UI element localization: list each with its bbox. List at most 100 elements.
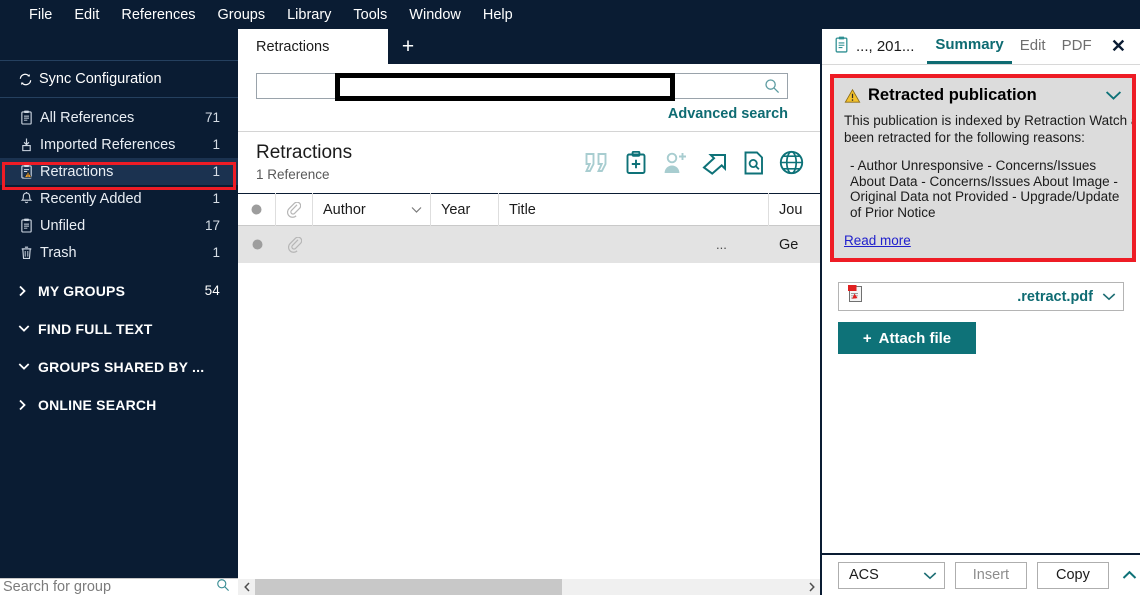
sidebar-group-label: ONLINE SEARCH: [38, 396, 157, 413]
import-icon: [18, 137, 35, 152]
menu-item-help[interactable]: Help: [472, 4, 524, 26]
sidebar-group-online-search[interactable]: ONLINE SEARCH: [0, 391, 238, 418]
search-icon[interactable]: [764, 78, 780, 94]
scroll-right-arrow-icon[interactable]: [803, 579, 820, 595]
online-search-globe-icon[interactable]: [779, 150, 804, 175]
group-search-input[interactable]: [3, 578, 216, 595]
scrollbar-thumb[interactable]: [255, 578, 562, 595]
horizontal-scrollbar[interactable]: [238, 578, 820, 595]
sidebar-group-groups-shared-by[interactable]: GROUPS SHARED BY ...: [0, 353, 238, 380]
add-person-icon[interactable]: [662, 151, 688, 175]
menu-item-references[interactable]: References: [110, 4, 206, 26]
new-tab-button[interactable]: +: [388, 29, 428, 64]
sidebar-item-all-references[interactable]: All References 71: [0, 104, 238, 131]
sidebar-item-sync-configuration[interactable]: Sync Configuration: [0, 61, 238, 97]
tab-edit[interactable]: Edit: [1012, 31, 1054, 62]
attach-file-button[interactable]: + Attach file: [838, 322, 976, 354]
row-read-status[interactable]: [238, 226, 276, 263]
menu-item-file[interactable]: File: [18, 4, 63, 26]
share-arrow-icon[interactable]: [702, 151, 729, 175]
column-headers: Author Year Title Jou: [238, 193, 820, 226]
sidebar-item-label: All References: [40, 109, 135, 126]
column-header-read-status[interactable]: [238, 193, 276, 226]
citation-style-value: ACS: [849, 567, 879, 583]
chevron-up-icon[interactable]: [1121, 562, 1138, 589]
sidebar-item-imported-references[interactable]: Imported References 1: [0, 131, 238, 158]
sidebar-item-count: 1: [212, 245, 220, 260]
menu-item-edit[interactable]: Edit: [63, 4, 110, 26]
alert-reasons-list: - Author Unresponsive - Concerns/Issues …: [850, 158, 1120, 220]
sidebar-library-list: All References 71 Imported References 1 …: [0, 98, 238, 418]
attach-file-label: Attach file: [878, 329, 952, 347]
row-author: [313, 226, 431, 263]
alert-title: Retracted publication: [868, 86, 1037, 104]
sidebar-group-find-full-text[interactable]: FIND FULL TEXT: [0, 315, 238, 342]
tab-summary[interactable]: Summary: [927, 30, 1012, 64]
detail-panel-footer: ACS Insert Copy: [822, 553, 1140, 595]
chevron-down-icon[interactable]: [1105, 90, 1122, 101]
menu-item-window[interactable]: Window: [398, 4, 472, 26]
scrollbar-track[interactable]: [255, 578, 803, 595]
column-header-attachment[interactable]: [276, 193, 313, 226]
menu-item-library[interactable]: Library: [276, 4, 342, 26]
sidebar-item-count: 1: [212, 164, 220, 179]
column-header-label: Author: [323, 201, 366, 218]
column-header-journal[interactable]: Jou: [769, 193, 820, 226]
column-header-author[interactable]: Author: [313, 193, 431, 226]
center-panel: Retractions + Advanced search Retraction…: [238, 29, 820, 595]
read-more-link[interactable]: Read more: [844, 233, 911, 248]
sidebar-group-my-groups[interactable]: MY GROUPS 54: [0, 277, 238, 304]
copy-button[interactable]: Copy: [1036, 561, 1109, 589]
sidebar-item-recently-added[interactable]: Recently Added 1: [0, 185, 238, 212]
quote-icon[interactable]: [584, 151, 610, 175]
advanced-search-link[interactable]: Advanced search: [238, 99, 820, 122]
sidebar-item-retractions[interactable]: Retractions 1: [0, 158, 238, 185]
column-header-label: Year: [441, 201, 471, 218]
alert-body-text: This publication is indexed by Retractio…: [844, 113, 1132, 145]
alert-header: Retracted publication: [844, 86, 1122, 105]
sidebar-item-count: 1: [212, 137, 220, 152]
menu-bar: File Edit References Groups Library Tool…: [0, 0, 1140, 29]
list-toolbar: [584, 150, 804, 175]
table-row[interactable]: ... Ge: [238, 226, 820, 263]
menu-item-groups[interactable]: Groups: [207, 4, 277, 26]
find-full-text-icon[interactable]: [743, 151, 765, 175]
clipboard-icon: [18, 218, 35, 233]
sidebar-item-count: 71: [204, 110, 220, 125]
list-header: Retractions 1 Reference: [238, 131, 820, 193]
close-icon[interactable]: ✕: [1107, 36, 1130, 57]
sidebar-item-label: Retractions: [40, 163, 114, 180]
column-header-label: Jou: [779, 201, 803, 218]
retracted-publication-alert: Retracted publication This publication i…: [834, 78, 1132, 258]
chevron-right-icon: [18, 285, 30, 297]
sidebar-item-trash[interactable]: Trash 1: [0, 239, 238, 266]
reference-name: ..., 201...: [856, 38, 915, 55]
tab-strip: Retractions +: [238, 29, 820, 64]
sidebar-item-label: Trash: [40, 244, 77, 261]
tab-pdf[interactable]: PDF: [1054, 31, 1100, 62]
chevron-down-icon[interactable]: [1102, 288, 1116, 306]
sidebar-item-label: Unfiled: [40, 217, 86, 234]
detail-panel-header: ..., 201... Summary Edit PDF ✕: [822, 29, 1140, 65]
insert-button[interactable]: Insert: [954, 561, 1027, 589]
tab-retractions[interactable]: Retractions: [238, 29, 388, 64]
retraction-alert-highlight: Retracted publication This publication i…: [830, 74, 1136, 262]
clipboard-plus-icon[interactable]: [624, 150, 648, 175]
pdf-file-icon: [847, 284, 865, 309]
chevron-down-icon: [411, 206, 422, 214]
attachment-row[interactable]: .retract.pdf: [838, 282, 1124, 311]
sidebar-item-unfiled[interactable]: Unfiled 17: [0, 212, 238, 239]
warning-triangle-icon: [844, 88, 861, 104]
reference-detail-panel: ..., 201... Summary Edit PDF ✕ Retracted…: [820, 29, 1140, 595]
search-icon[interactable]: [216, 578, 230, 595]
column-header-year[interactable]: Year: [431, 193, 499, 226]
row-title-ellipsis: ...: [716, 237, 727, 252]
row-attachment-icon[interactable]: [276, 226, 313, 263]
citation-style-select[interactable]: ACS: [838, 561, 945, 589]
sidebar-group-label: FIND FULL TEXT: [38, 320, 153, 337]
chevron-down-icon: [923, 571, 937, 580]
scroll-left-arrow-icon[interactable]: [238, 579, 255, 595]
menu-item-tools[interactable]: Tools: [342, 4, 398, 26]
column-header-title[interactable]: Title: [499, 193, 769, 226]
